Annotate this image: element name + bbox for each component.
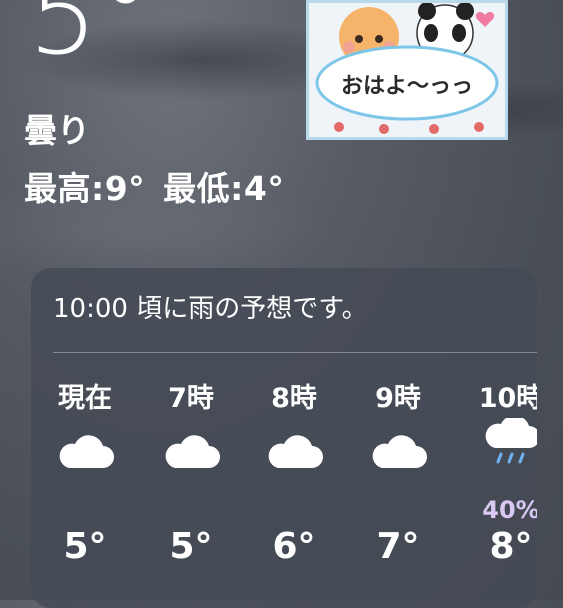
current-temperature: 5° [28,0,153,79]
hour-label: 現在 [58,383,112,414]
hour-temperature: 5° [169,526,213,567]
hour-temperature: 8° [489,526,533,567]
hour-column: 7時 5° [141,376,241,567]
hour-column: 現在 5° [35,376,135,567]
hour-temperature: 7° [376,526,420,567]
high-low: 最高:9° 最低:4° [24,162,302,210]
cloud-rain-icon [461,415,537,500]
divider [53,352,537,353]
sticker-text: おはよ〜っっ [341,74,473,99]
high-temperature: 最高:9° [24,169,146,208]
hour-label: 8時 [271,383,317,414]
hour-label: 10時 [478,383,537,414]
hour-column: 10時 40% 8° [461,376,537,567]
forecast-summary: 10:00 頃に雨の予想です。 [53,294,368,324]
cloud-icon [348,430,448,500]
cloud-icon [141,430,241,500]
current-condition: 曇り [24,111,90,150]
hour-temperature: 5° [63,526,107,567]
low-temperature: 最低:4° [163,169,285,208]
hour-temperature: 6° [272,526,316,567]
hour-label: 7時 [168,383,214,414]
sticker-image: おはよ〜っっ [306,0,508,140]
hour-label: 9時 [375,383,421,414]
cloud-icon [35,430,135,500]
hour-column: 8時 6° [244,376,344,567]
hourly-forecast-card[interactable]: 10:00 頃に雨の予想です。 現在 5° 7時 5° 8時 6° 9時 7° … [31,268,537,608]
cloud-icon [244,430,344,500]
hour-column: 9時 7° [348,376,448,567]
precipitation-chance: 40% [482,496,537,524]
